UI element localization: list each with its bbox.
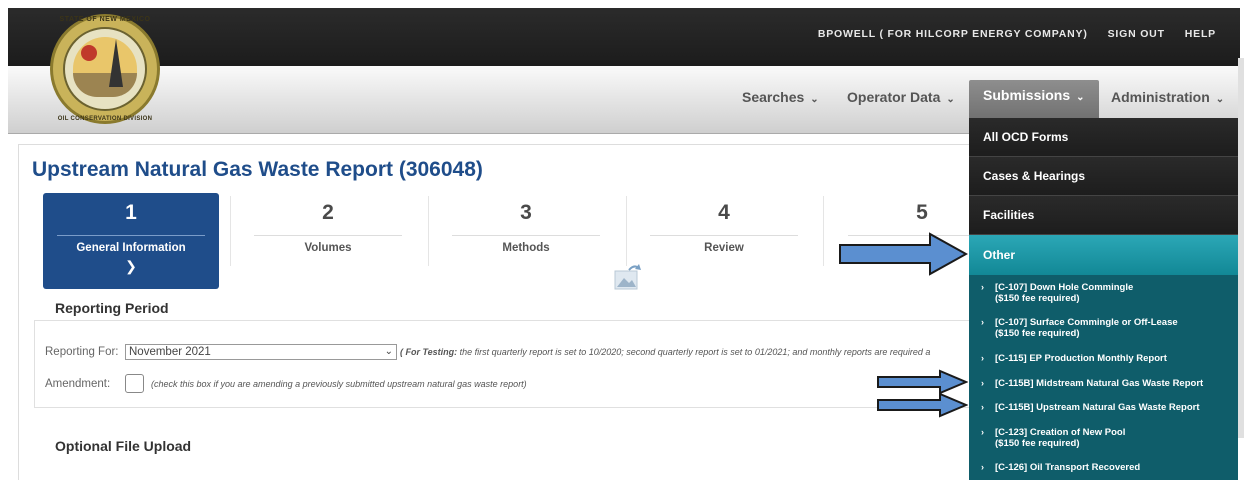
step-methods[interactable]: 3 Methods — [438, 193, 614, 289]
menu-item-line1: [C-115B] Upstream Natural Gas Waste Repo… — [995, 402, 1200, 413]
chevron-down-icon: ⌄ — [1076, 92, 1085, 103]
nav-searches[interactable]: Searches ⌄ — [742, 83, 819, 111]
chevron-down-icon: ⌄ — [946, 94, 955, 105]
menu-item-cases-hearings[interactable]: Cases & Hearings — [969, 157, 1238, 196]
chevron-down-icon: ⌄ — [384, 346, 393, 357]
submissions-dropdown: All OCD Forms Cases & Hearings Facilitie… — [969, 118, 1238, 480]
step-number: 3 — [520, 201, 532, 224]
arrow-right-icon — [877, 392, 968, 418]
testing-note-bold: ( For Testing: — [400, 347, 458, 357]
page-scrollbar[interactable] — [1238, 58, 1244, 438]
sign-out-link[interactable]: SIGN OUT — [1108, 28, 1165, 40]
chevron-down-icon: ❯ — [125, 258, 137, 274]
nav-submissions[interactable]: Submissions ⌄ — [969, 80, 1099, 122]
chevron-right-icon: › — [981, 353, 984, 363]
user-name: BPOWELL ( FOR HILCORP ENERGY COMPANY) — [817, 28, 1088, 40]
step-rule — [254, 235, 402, 236]
amendment-note: (check this box if you are amending a pr… — [151, 379, 527, 389]
nav-administration[interactable]: Administration ⌄ — [1111, 83, 1224, 111]
step-rule — [57, 235, 205, 236]
step-rule — [452, 235, 600, 236]
arrow-right-icon — [839, 232, 968, 276]
step-label: Review — [704, 242, 744, 254]
user-links: BPOWELL ( FOR HILCORP ENERGY COMPANY) SI… — [818, 28, 1216, 40]
chevron-right-icon: › — [981, 378, 984, 388]
seal-top-text: STATE OF NEW MEXICO — [59, 16, 151, 23]
testing-note-text: the first quarterly report is set to 10/… — [457, 347, 931, 357]
reporting-for-select[interactable]: November 2021 ⌄ — [125, 344, 397, 360]
menu-item-line1: [C-126] Oil Transport Recovered — [995, 462, 1141, 473]
nav-searches-label: Searches — [742, 89, 805, 105]
chevron-right-icon: › — [981, 317, 984, 327]
menu-item-line1: [C-115B] Midstream Natural Gas Waste Rep… — [995, 378, 1204, 389]
step-number: 1 — [125, 201, 137, 224]
seal-ground — [73, 73, 137, 97]
chevron-down-icon: ⌄ — [1215, 94, 1225, 105]
chevron-right-icon: › — [981, 282, 984, 292]
step-label: General Information — [76, 242, 186, 254]
chevron-right-icon: › — [981, 402, 984, 412]
nav-submissions-label: Submissions — [983, 87, 1071, 103]
seal-ring — [63, 27, 147, 111]
chevron-right-icon: › — [981, 427, 984, 437]
step-divider — [230, 196, 231, 266]
amendment-label: Amendment: — [45, 378, 111, 390]
zia-sun-icon — [81, 45, 97, 61]
menu-item-line1: [C-107] Down Hole Commingle — [995, 282, 1134, 293]
page-title: Upstream Natural Gas Waste Report (30604… — [32, 158, 483, 181]
broken-image-icon — [614, 264, 641, 290]
menu-item-line1: [C-115] EP Production Monthly Report — [995, 353, 1167, 364]
optional-file-upload-title: Optional File Upload — [55, 438, 192, 454]
step-general-information[interactable]: 1 General Information ❯ — [43, 193, 219, 289]
reporting-for-label: Reporting For: — [45, 346, 119, 358]
nav-operator-data[interactable]: Operator Data ⌄ — [847, 83, 955, 111]
menu-item-line2: ($150 fee required) — [995, 328, 1080, 339]
chevron-down-icon: ⌄ — [810, 94, 819, 105]
menu-item-facilities[interactable]: Facilities — [969, 196, 1238, 235]
reporting-period-title: Reporting Period — [55, 300, 169, 316]
reporting-period-box — [34, 320, 973, 408]
menu-item-line2: ($150 fee required) — [995, 293, 1080, 304]
reporting-for-value: November 2021 — [129, 346, 211, 358]
chevron-right-icon: › — [981, 462, 984, 472]
menu-item-line1: [C-107] Surface Commingle or Off-Lease — [995, 317, 1178, 328]
step-divider — [428, 196, 429, 266]
testing-note: ( For Testing: the first quarterly repor… — [400, 347, 969, 357]
step-label: Methods — [502, 242, 550, 254]
menu-item-line1: [C-123] Creation of New Pool — [995, 427, 1126, 438]
amendment-checkbox[interactable] — [125, 374, 144, 393]
menu-item-all-ocd-forms[interactable]: All OCD Forms — [969, 118, 1238, 157]
help-link[interactable]: HELP — [1185, 28, 1216, 40]
step-divider — [626, 196, 627, 266]
menu-item-other[interactable]: Other — [969, 235, 1238, 275]
ocd-seal-logo[interactable]: STATE OF NEW MEXICO OIL CONSERVATION DIV… — [50, 14, 160, 124]
step-rule — [650, 235, 798, 236]
menu-item-line2: ($150 fee required) — [995, 438, 1080, 449]
nav-administration-label: Administration — [1111, 89, 1210, 105]
step-number: 2 — [322, 201, 334, 224]
step-review[interactable]: 4 Review — [636, 193, 812, 289]
step-number: 4 — [718, 201, 730, 224]
step-divider — [823, 196, 824, 266]
seal-bottom-text: OIL CONSERVATION DIVISION — [57, 116, 153, 122]
step-volumes[interactable]: 2 Volumes — [240, 193, 416, 289]
step-label: Volumes — [304, 242, 352, 254]
nav-operator-data-label: Operator Data — [847, 89, 941, 105]
oil-rig-icon — [109, 39, 123, 87]
top-bar: BPOWELL ( FOR HILCORP ENERGY COMPANY) SI… — [8, 8, 1240, 66]
